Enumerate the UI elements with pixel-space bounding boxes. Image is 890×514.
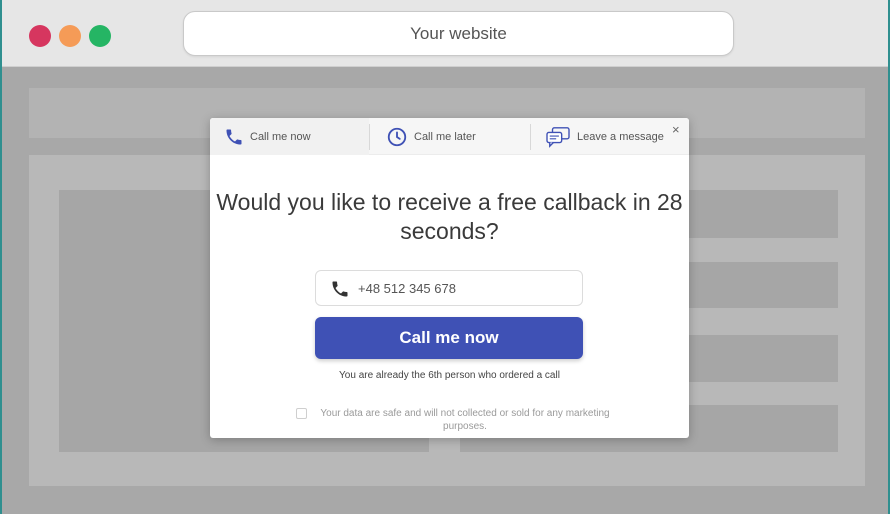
consent-checkbox[interactable]: [296, 408, 307, 419]
address-bar[interactable]: Your website: [183, 11, 734, 56]
tab-call-me-later[interactable]: Call me later: [370, 118, 530, 155]
tab-label: Call me now: [250, 130, 311, 143]
phone-field[interactable]: [315, 270, 583, 306]
address-bar-text: Your website: [410, 23, 507, 43]
close-icon[interactable]: ×: [672, 122, 680, 137]
call-me-now-button[interactable]: Call me now: [315, 317, 583, 359]
clock-icon: [386, 126, 408, 148]
consent-text: Your data are safe and will not collecte…: [320, 408, 610, 432]
phone-icon: [224, 127, 244, 147]
tab-call-me-now[interactable]: Call me now: [210, 118, 369, 155]
queue-info-text: You are already the 6th person who order…: [339, 370, 560, 381]
chat-icon: [545, 126, 571, 148]
tab-leave-a-message[interactable]: Leave a message: [531, 118, 671, 155]
consent-block: Your data are safe and will not collecte…: [296, 407, 616, 433]
close-window-button[interactable]: [29, 25, 51, 47]
callback-modal: Call me now Call me later Leave a messag…: [210, 118, 689, 438]
modal-headline: Would you like to receive a free callbac…: [216, 189, 683, 244]
minimize-window-button[interactable]: [59, 25, 81, 47]
phone-input[interactable]: [358, 271, 578, 305]
maximize-window-button[interactable]: [89, 25, 111, 47]
phone-icon: [330, 279, 350, 304]
tab-label: Call me later: [414, 130, 476, 143]
browser-titlebar: Your website: [2, 0, 888, 67]
tab-label: Leave a message: [577, 130, 664, 143]
call-me-now-label: Call me now: [399, 328, 499, 347]
modal-tabs: Call me now Call me later Leave a messag…: [210, 118, 689, 155]
